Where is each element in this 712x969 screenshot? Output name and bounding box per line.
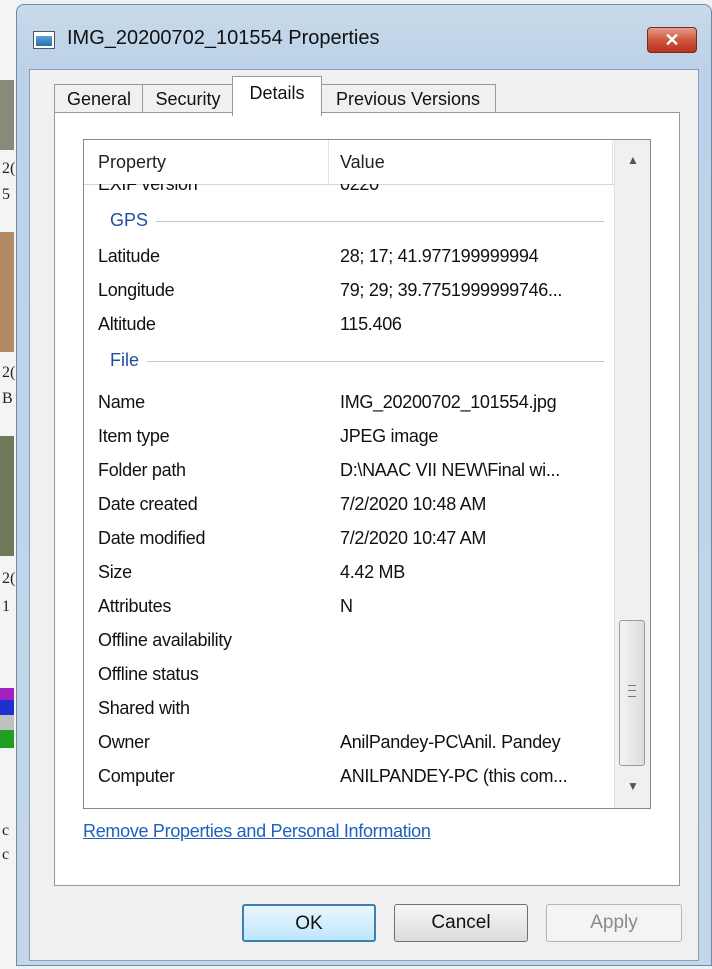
property-name: Offline status [98, 664, 199, 684]
table-row[interactable]: EXIF version 0220 [84, 184, 614, 202]
property-name: Date modified [98, 528, 206, 548]
property-name: EXIF version [98, 184, 198, 194]
grip-icon [628, 685, 636, 697]
apply-button[interactable]: Apply [546, 904, 682, 942]
property-name: Shared with [98, 698, 190, 718]
vertical-scrollbar[interactable]: ▲ ▼ [614, 140, 650, 808]
details-panel: Property Value EXIF version 0220 GPS Lat… [54, 112, 680, 886]
group-header-gps[interactable]: GPS [84, 204, 614, 238]
column-divider[interactable] [612, 140, 613, 184]
property-name: Attributes [98, 596, 172, 616]
properties-dialog: IMG_20200702_101554 Properties ✕ General… [16, 4, 712, 966]
property-name: Name [98, 392, 145, 412]
property-name: Folder path [98, 460, 186, 480]
scrollbar-thumb[interactable] [619, 620, 645, 766]
table-row[interactable]: Date created 7/2/2020 10:48 AM [84, 488, 614, 522]
property-name: Offline availability [98, 630, 232, 650]
table-row[interactable]: Owner AnilPandey-PC\Anil. Pandey [84, 726, 614, 760]
desktop-thumbnail [0, 232, 14, 352]
table-row[interactable]: Size 4.42 MB [84, 556, 614, 590]
scroll-up-arrow-icon[interactable]: ▲ [615, 140, 650, 180]
table-row[interactable]: Item type JPEG image [84, 420, 614, 454]
property-name: Date created [98, 494, 198, 514]
group-header-file[interactable]: File [84, 344, 614, 378]
desktop-thumbnail [0, 80, 14, 150]
property-value: 0220 [340, 184, 379, 194]
property-name: Item type [98, 426, 170, 446]
ok-button[interactable]: OK [242, 904, 376, 942]
property-value: N [340, 596, 353, 616]
property-value: 7/2/2020 10:47 AM [340, 528, 487, 548]
desktop-text-fragment: B [2, 390, 13, 407]
property-name: Latitude [98, 246, 160, 266]
column-header: Property Value [84, 140, 614, 185]
desktop-text-fragment: c [2, 846, 10, 863]
group-label: File [110, 350, 148, 371]
property-value: JPEG image [340, 426, 439, 446]
desktop-text-fragment: 1 [2, 598, 10, 615]
window-title: IMG_20200702_101554 Properties [67, 27, 380, 49]
close-button[interactable]: ✕ [647, 27, 697, 53]
property-name: Owner [98, 732, 150, 752]
column-header-value[interactable]: Value [340, 152, 385, 173]
column-divider[interactable] [328, 140, 329, 184]
column-header-property[interactable]: Property [98, 152, 166, 173]
table-row[interactable]: Latitude 28; 17; 41.977199999994 [84, 240, 614, 274]
table-row[interactable]: Name IMG_20200702_101554.jpg [84, 386, 614, 420]
property-value: 4.42 MB [340, 562, 405, 582]
tab-previous-versions[interactable]: Previous Versions [320, 84, 496, 114]
tab-security[interactable]: Security [142, 84, 234, 114]
property-value: 115.406 [340, 314, 402, 334]
property-name: Computer [98, 766, 175, 786]
desktop-text-fragment: 2( [2, 364, 16, 381]
scroll-down-arrow-icon[interactable]: ▼ [615, 766, 650, 806]
table-row[interactable]: Attributes N [84, 590, 614, 624]
table-row[interactable]: Offline availability [84, 624, 614, 658]
desktop-text-fragment: 5 [2, 186, 10, 203]
group-separator-line [110, 221, 604, 222]
property-value: 79; 29; 39.7751999999746... [340, 280, 563, 300]
table-row[interactable]: Offline status [84, 658, 614, 692]
property-value: D:\NAAC VII NEW\Final wi... [340, 460, 560, 480]
table-row[interactable]: Longitude 79; 29; 39.7751999999746... [84, 274, 614, 308]
table-row[interactable]: Shared with [84, 692, 614, 726]
property-name: Size [98, 562, 132, 582]
desktop-thumbnail [0, 436, 14, 556]
desktop-text-fragment: 2( [2, 160, 16, 177]
tab-general[interactable]: General [54, 84, 144, 114]
window-image-icon [33, 31, 55, 49]
property-name: Altitude [98, 314, 156, 334]
desktop-text-fragment: 2( [2, 570, 16, 587]
property-value: 28; 17; 41.977199999994 [340, 246, 539, 266]
table-row[interactable]: Date modified 7/2/2020 10:47 AM [84, 522, 614, 556]
tab-details[interactable]: Details [232, 76, 322, 116]
desktop-text-fragment: c [2, 822, 10, 839]
property-value: IMG_20200702_101554.jpg [340, 392, 557, 412]
table-row[interactable]: Altitude 115.406 [84, 308, 614, 342]
cancel-button[interactable]: Cancel [394, 904, 528, 942]
property-list[interactable]: Property Value EXIF version 0220 GPS Lat… [83, 139, 651, 809]
table-row[interactable]: Computer ANILPANDEY-PC (this com... [84, 760, 614, 794]
property-value: 7/2/2020 10:48 AM [340, 494, 487, 514]
property-rows: EXIF version 0220 GPS Latitude 28; 17; 4… [84, 184, 614, 808]
group-label: GPS [110, 210, 157, 231]
group-separator-line [110, 361, 604, 362]
property-value: AnilPandey-PC\Anil. Pandey [340, 732, 561, 752]
property-value: ANILPANDEY-PC (this com... [340, 766, 568, 786]
property-name: Longitude [98, 280, 175, 300]
table-row[interactable]: Folder path D:\NAAC VII NEW\Final wi... [84, 454, 614, 488]
remove-properties-link[interactable]: Remove Properties and Personal Informati… [83, 821, 431, 842]
desktop-thumbnail [0, 688, 14, 748]
dialog-client-area: General Security Details Previous Versio… [29, 69, 699, 961]
